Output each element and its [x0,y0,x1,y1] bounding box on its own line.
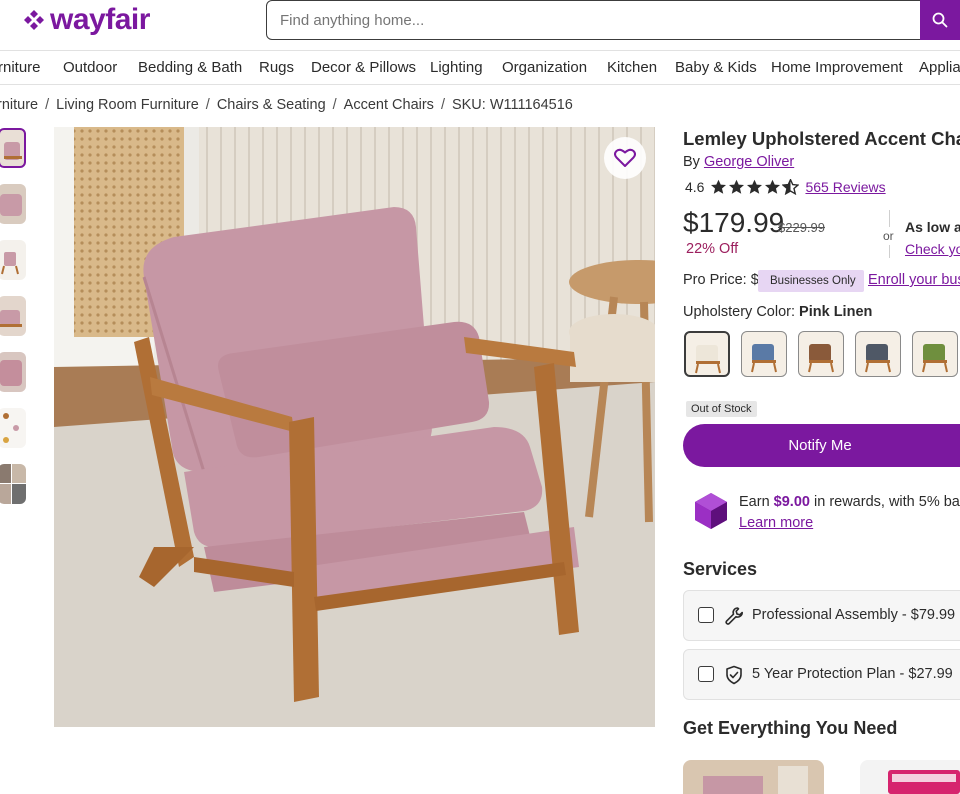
rewards-amount: $9.00 [773,494,810,510]
assembly-label: Professional Assembly - $79.99 [752,607,956,623]
swatch-gray[interactable] [855,331,901,377]
pro-price: Pro Price: $ [683,272,759,288]
services-heading: Services [683,559,758,579]
swatch-blue[interactable] [741,331,787,377]
list-price: $229.99 [778,220,825,235]
search-button[interactable] [920,0,960,40]
search-bar[interactable] [266,0,960,40]
sale-price: $179.99 [683,207,785,238]
breadcrumb: rniture / Living Room Furniture / Chairs & S… [0,97,573,113]
product-main-image[interactable] [54,127,655,727]
pro-price-label: Pro Price: [683,272,747,288]
by-label: By [683,154,700,170]
service-assembly[interactable]: Professional Assembly - $79.99 [683,590,960,641]
favorite-button[interactable] [604,137,646,179]
star-icon [765,179,781,194]
swatch-green[interactable] [912,331,958,377]
nav-item-furniture[interactable]: rniture [0,59,41,76]
nav-item-lighting[interactable]: Lighting [430,59,483,76]
businesses-only-badge: Businesses Only [758,270,864,292]
nav-item-home-improvement[interactable]: Home Improvement [771,59,903,76]
breadcrumb-separator: / [205,97,210,113]
rating-value: 4.6 [685,179,705,195]
nav-item-bedding-bath[interactable]: Bedding & Bath [138,59,242,76]
upholstery-color: Upholstery Color: Pink Linen [683,304,872,320]
logo-icon [24,10,44,30]
wayfair-logo[interactable]: wayfair [22,2,150,38]
search-icon [932,12,948,28]
star-half-icon [782,179,800,195]
breadcrumb-chairs-seating[interactable]: Chairs & Seating [217,97,326,113]
nav-item-baby-kids[interactable]: Baby & Kids [675,59,757,76]
breadcrumb-sku: SKU: W111164516 [451,97,573,113]
protection-checkbox[interactable] [698,666,714,682]
search-input[interactable] [267,1,922,39]
recommendations-heading: Get Everything You Need [683,718,898,738]
upholstery-label: Upholstery Color: [683,304,796,320]
rewards-rest: in rewards, with 5% bac [814,494,960,510]
star-icon [747,179,763,194]
recommendation-card-1[interactable] [683,760,824,794]
as-low-as: As low as [905,219,960,235]
thumbnail-1[interactable] [0,128,26,168]
thumbnail-3[interactable] [0,240,26,280]
nav-item-outdoor[interactable]: Outdoor [63,59,117,76]
brand-link[interactable]: George Oliver [704,154,794,170]
nav-item-rugs[interactable]: Rugs [259,59,294,76]
wrench-icon [725,607,744,625]
star-icon [711,179,727,194]
reviews-link[interactable]: 565 Reviews [805,179,885,195]
swatch-brown[interactable] [798,331,844,377]
nav-item-organization[interactable]: Organization [502,59,587,76]
thumbnail-5[interactable] [0,352,26,392]
breadcrumb-separator: / [45,97,50,113]
swatch-ivory[interactable] [684,331,730,377]
nav-item-appliances[interactable]: Applia [919,59,960,76]
thumbnail-2[interactable] [0,184,26,224]
nav-item-decor-pillows[interactable]: Decor & Pillows [311,59,416,76]
breadcrumb-living-room[interactable]: Living Room Furniture [56,97,199,113]
rating-stars [710,179,800,195]
rewards-gem-icon [693,492,729,530]
thumbnail-7[interactable] [0,464,26,504]
star-icon [729,179,745,194]
rating-row: 4.6 565 Reviews [685,179,886,195]
check-rate-link[interactable]: Check yo [905,241,960,257]
discount-percent: 22% Off [686,241,739,257]
notify-me-button[interactable]: Notify Me [683,424,960,467]
rewards-earn: Earn [739,494,770,510]
breadcrumb-separator: / [440,97,445,113]
accent-chair-image [54,127,655,727]
rewards-text: Earn $9.00 in rewards, with 5% bac [739,494,960,510]
category-nav: rniture Outdoor Bedding & Bath Rugs Deco… [0,50,960,85]
learn-more-link[interactable]: Learn more [739,515,813,531]
thumbnail-6[interactable] [0,408,26,448]
breadcrumb-separator: / [332,97,337,113]
product-title: Lemley Upholstered Accent Chair W [683,128,960,149]
assembly-checkbox[interactable] [698,607,714,623]
thumbnail-4[interactable] [0,296,26,336]
heart-icon [614,148,636,167]
logo-text: wayfair [50,3,150,36]
enroll-business-link[interactable]: Enroll your bus [868,272,960,288]
brand-line: By George Oliver [683,154,794,170]
recommendation-card-2[interactable] [860,760,960,794]
shield-check-icon [726,665,742,685]
nav-item-kitchen[interactable]: Kitchen [607,59,657,76]
or-label: or [883,227,894,245]
breadcrumb-furniture[interactable]: rniture [0,97,38,113]
protection-label: 5 Year Protection Plan - $27.99 [752,666,953,682]
service-protection-plan[interactable]: 5 Year Protection Plan - $27.99 [683,649,960,700]
upholstery-value: Pink Linen [799,304,873,320]
breadcrumb-accent-chairs[interactable]: Accent Chairs [344,97,434,113]
stock-status-badge: Out of Stock [686,401,757,417]
